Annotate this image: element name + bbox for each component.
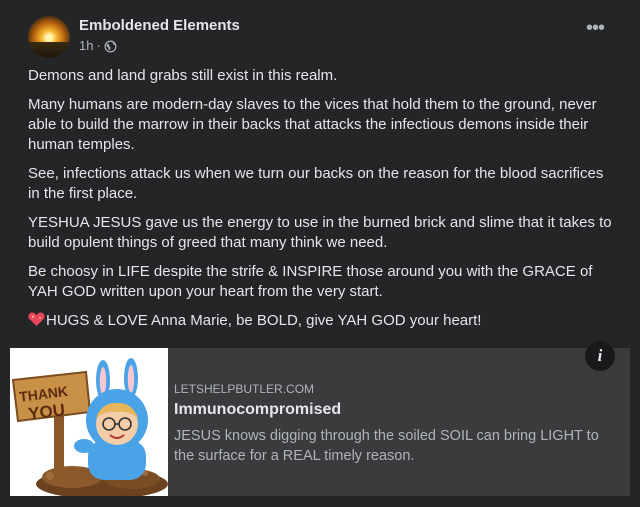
post-paragraph: Many humans are modern-day slaves to the… xyxy=(28,96,597,153)
link-preview-card[interactable]: THANK YOU xyxy=(10,348,630,496)
globe-icon xyxy=(104,40,117,53)
post-paragraph: YESHUA JESUS gave us the energy to use i… xyxy=(28,214,612,251)
link-title[interactable]: Immunocompromised xyxy=(174,400,341,420)
post-body: Demons and land grabs still exist in thi… xyxy=(28,66,618,340)
post-paragraph: Demons and land grabs still exist in thi… xyxy=(28,67,338,84)
link-description[interactable]: JESUS knows digging through the soiled S… xyxy=(174,426,614,466)
link-domain[interactable]: LETSHELPBUTLER.COM xyxy=(174,382,314,397)
post-timestamp[interactable]: 1h xyxy=(79,38,93,54)
closing-text: HUGS & LOVE Anna Marie, be BOLD, give YA… xyxy=(46,312,482,329)
more-options-icon[interactable]: ••• xyxy=(581,18,609,42)
meta-separator: · xyxy=(96,38,101,53)
post-paragraph: See, infections attack us when we turn o… xyxy=(28,165,604,202)
page-avatar[interactable] xyxy=(28,16,70,58)
author-name[interactable]: Emboldened Elements xyxy=(79,16,240,35)
link-thumbnail[interactable]: THANK YOU xyxy=(10,348,168,496)
post-closing-line: HUGS & LOVE Anna Marie, be BOLD, give YA… xyxy=(28,311,618,331)
post-paragraph: Be choosy in LIFE despite the strife & I… xyxy=(28,263,593,300)
sparkling-heart-icon xyxy=(28,311,45,327)
post-card: Emboldened Elements 1h · ••• Demons and … xyxy=(0,0,640,507)
info-icon[interactable]: i xyxy=(585,341,615,371)
post-meta: 1h · xyxy=(79,38,117,54)
